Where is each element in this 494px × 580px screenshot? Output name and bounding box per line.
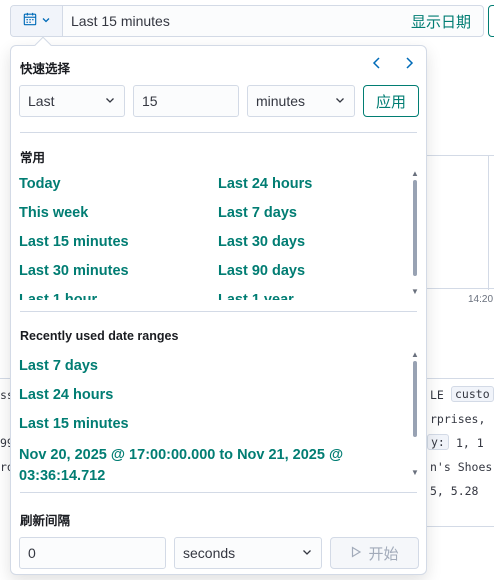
common-item-last-1-hour[interactable]: Last 1 hour — [19, 292, 97, 300]
divider — [20, 492, 417, 493]
recent-item[interactable]: Nov 20, 2025 @ 17:00:00.000 to Nov 21, 2… — [19, 445, 349, 484]
unit-select[interactable]: minutes — [247, 85, 355, 117]
refresh-interval-input[interactable]: 0 — [19, 537, 166, 569]
chevron-down-icon — [104, 93, 116, 109]
recent-item[interactable]: Last 7 days — [19, 358, 98, 374]
refresh-unit-value: seconds — [183, 545, 236, 561]
calendar-icon — [23, 12, 37, 31]
quantity-input[interactable]: 15 — [133, 85, 239, 117]
recent-item[interactable]: Last 24 hours — [19, 387, 113, 403]
common-item-last-1-year[interactable]: Last 1 year — [218, 292, 294, 300]
refresh-interval-value: 0 — [28, 545, 36, 561]
common-item-last-24-hours[interactable]: Last 24 hours — [218, 176, 312, 192]
quick-select-title: 快速选择 — [20, 62, 71, 76]
section-divider — [0, 378, 10, 379]
chevron-left-icon[interactable] — [370, 56, 384, 75]
divider — [20, 132, 417, 133]
show-dates-button[interactable]: 显示日期 — [411, 11, 483, 32]
divider — [20, 311, 417, 312]
apply-button[interactable]: 应用 — [363, 85, 419, 117]
start-label: 开始 — [368, 545, 399, 563]
section-divider — [427, 526, 494, 527]
start-refresh-button[interactable]: 开始 — [330, 537, 419, 569]
section-divider — [427, 378, 494, 379]
chevron-down-icon — [334, 93, 346, 109]
code-token: custo — [451, 386, 494, 402]
common-list: Today This week Last 15 minutes Last 30 … — [11, 170, 411, 300]
common-item-last-30-minutes[interactable]: Last 30 minutes — [19, 263, 129, 279]
range-text[interactable]: Last 15 minutes — [63, 13, 411, 29]
recent-list: Last 7 days Last 24 hours Last 15 minute… — [11, 352, 411, 484]
chart-axis — [427, 288, 494, 289]
recent-item[interactable]: Last 15 minutes — [19, 416, 129, 432]
chart-tick-label: 14:20 — [468, 294, 494, 305]
quantity-value: 15 — [142, 93, 158, 109]
recent-title: Recently used date ranges — [20, 329, 179, 343]
chart-gridline — [488, 155, 489, 290]
common-item-last-15-minutes[interactable]: Last 15 minutes — [19, 234, 129, 250]
common-item-this-week[interactable]: This week — [19, 205, 88, 221]
play-icon — [350, 545, 362, 562]
refresh-button[interactable] — [488, 5, 494, 37]
common-item-today[interactable]: Today — [19, 176, 61, 192]
common-item-last-30-days[interactable]: Last 30 days — [218, 234, 305, 250]
code-fragment: LE — [430, 388, 444, 402]
chevron-down-icon — [41, 12, 51, 30]
recent-scrollbar[interactable]: ▲ ▼ — [411, 351, 419, 479]
common-item-last-90-days[interactable]: Last 90 days — [218, 263, 305, 279]
chart-gridline — [427, 155, 494, 156]
chevron-down-icon — [301, 545, 313, 561]
date-picker-bar: Last 15 minutes 显示日期 — [10, 5, 484, 37]
quick-select-popover: 快速选择 Last 15 minutes 应用 常用 Today This we… — [10, 36, 427, 575]
code-fragment: rprises, — [430, 412, 486, 426]
code-fragment: 1, 1 — [456, 436, 484, 450]
chevron-right-icon[interactable] — [402, 56, 416, 75]
unit-value: minutes — [256, 93, 306, 109]
quick-menu-button[interactable] — [11, 6, 63, 36]
common-scrollbar[interactable]: ▲ ▼ — [411, 170, 419, 298]
code-token: y: — [427, 434, 449, 450]
popover-arrow — [34, 36, 52, 54]
code-fragment: 5, 5.28 — [430, 484, 479, 498]
refresh-unit-select[interactable]: seconds — [174, 537, 322, 569]
refresh-title: 刷新间隔 — [20, 514, 71, 528]
quick-select-nav — [370, 56, 416, 75]
direction-select[interactable]: Last — [19, 85, 125, 117]
code-fragment: n's Shoes, — [430, 460, 494, 474]
common-item-last-7-days[interactable]: Last 7 days — [218, 205, 297, 221]
common-title: 常用 — [20, 151, 46, 165]
direction-value: Last — [28, 93, 55, 109]
